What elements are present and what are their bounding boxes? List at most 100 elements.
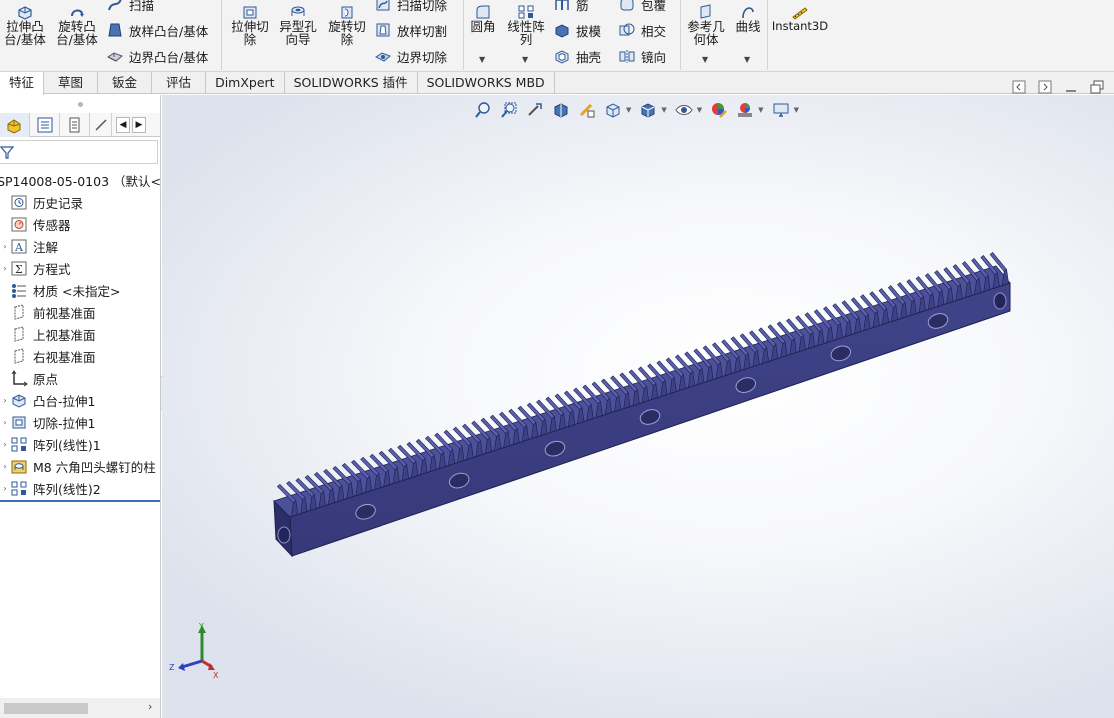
boundary-cut-button[interactable]: 边界切除 bbox=[374, 46, 447, 66]
sweep-button[interactable]: 扫描 bbox=[106, 0, 154, 14]
tree-item[interactable]: › A 注解 bbox=[0, 235, 160, 257]
rack-teeth bbox=[276, 252, 1009, 517]
tree-item[interactable]: › 阵列(线性)1 bbox=[0, 433, 160, 455]
gear-rack-model[interactable] bbox=[162, 95, 1114, 718]
ribbon-separator bbox=[767, 0, 768, 70]
tree-item-label: 原点 bbox=[33, 371, 59, 387]
rollback-bar[interactable] bbox=[0, 500, 160, 502]
tree-item[interactable]: 原点 bbox=[0, 367, 160, 389]
scroll-right-icon[interactable]: › bbox=[148, 700, 152, 713]
tree-item[interactable]: 历史记录 bbox=[0, 191, 160, 213]
loft-cut-button[interactable]: 放样切割 bbox=[374, 20, 447, 40]
fillet-label: 圆角 bbox=[470, 19, 496, 34]
coordinate-triad: Y Z X bbox=[169, 623, 219, 680]
tree-item[interactable]: › 切除-拉伸1 bbox=[0, 411, 160, 433]
tab-scroll-right-icon[interactable]: ▶ bbox=[132, 116, 146, 133]
curves-dropdown-icon[interactable]: ▼ bbox=[744, 55, 750, 64]
revolve-boss-label: 旋转凸台/基体 bbox=[56, 19, 98, 47]
tree-root-part[interactable]: SP14008-05-0103 （默认< bbox=[0, 169, 161, 191]
tree-item[interactable]: › 阵列(线性)2 bbox=[0, 477, 160, 499]
boundary-cut-label: 边界切除 bbox=[397, 49, 448, 65]
tree-item[interactable]: 传感器 bbox=[0, 213, 160, 235]
feature-manager-panel: ◀ ▶ SP14008-05-0103 （默认< 历史记录 传感器 › A 注解 › Σ 方程… bbox=[0, 95, 161, 718]
triad-y-label: Y bbox=[198, 623, 204, 631]
command-tabs: 特征 草图 钣金 评估 DimXpert SOLIDWORKS 插件 SOLID… bbox=[0, 72, 1114, 95]
expand-arrow-icon[interactable]: › bbox=[0, 440, 10, 449]
expand-arrow-icon[interactable]: › bbox=[0, 418, 10, 427]
tile-left-icon[interactable] bbox=[1012, 80, 1026, 94]
hole-wizard-button[interactable]: 异型孔向导 bbox=[276, 4, 320, 46]
boundary-boss-button[interactable]: 边界凸台/基体 bbox=[106, 46, 208, 66]
dimxpert-manager-tab[interactable] bbox=[90, 113, 112, 137]
instant3d-button[interactable]: Instant3D bbox=[772, 4, 828, 33]
sweep-cut-button[interactable]: 扫描切除 bbox=[374, 0, 447, 14]
shell-button[interactable]: 抽壳 bbox=[553, 46, 601, 66]
mirror-button[interactable]: 镜向 bbox=[618, 46, 666, 66]
linear-pattern-button[interactable]: 线性阵列 bbox=[504, 4, 548, 46]
tab-sheet-metal[interactable]: 钣金 bbox=[98, 72, 153, 94]
tree-item-label: 阵列(线性)1 bbox=[33, 437, 101, 453]
horizontal-scrollbar[interactable] bbox=[4, 703, 88, 714]
tab-solidworks-mbd[interactable]: SOLIDWORKS MBD bbox=[418, 72, 555, 94]
configuration-icon bbox=[69, 117, 79, 133]
fillet-dropdown-icon[interactable]: ▼ bbox=[479, 55, 485, 64]
tree-item[interactable]: › Σ 方程式 bbox=[0, 257, 160, 279]
draft-button[interactable]: 拔模 bbox=[553, 20, 601, 40]
tree-item[interactable]: 前视基准面 bbox=[0, 301, 160, 323]
tree-item-label: M8 六角凹头螺钉的柱 bbox=[33, 459, 156, 475]
linear-pattern-icon bbox=[10, 436, 28, 453]
expand-arrow-icon[interactable]: › bbox=[0, 242, 10, 251]
property-list-icon bbox=[37, 117, 52, 133]
tree-root-label: SP14008-05-0103 （默认< bbox=[0, 173, 161, 189]
panel-grip[interactable] bbox=[0, 95, 160, 113]
feature-manager-tab[interactable] bbox=[0, 113, 30, 137]
plane-icon bbox=[10, 347, 28, 365]
revolve-cut-label: 旋转切除 bbox=[328, 19, 366, 47]
curves-button[interactable]: 曲线 bbox=[732, 4, 764, 33]
origin-icon bbox=[10, 369, 28, 387]
configuration-manager-tab[interactable] bbox=[60, 113, 90, 137]
tree-item[interactable]: 材质 <未指定> bbox=[0, 279, 160, 301]
intersect-button[interactable]: 相交 bbox=[618, 20, 666, 40]
sweep-label: 扫描 bbox=[129, 0, 155, 13]
expand-arrow-icon[interactable]: › bbox=[0, 484, 10, 493]
revolve-boss-button[interactable]: 旋转凸台/基体 bbox=[54, 4, 100, 46]
expand-arrow-icon[interactable]: › bbox=[0, 396, 10, 405]
tile-right-icon[interactable] bbox=[1038, 80, 1052, 94]
extrude-cut-button[interactable]: 拉伸切除 bbox=[228, 4, 272, 46]
document-window-buttons bbox=[1012, 80, 1104, 94]
loft-boss-button[interactable]: 放样凸台/基体 bbox=[106, 20, 208, 40]
rib-icon bbox=[553, 0, 571, 12]
tree-filter[interactable] bbox=[0, 140, 158, 164]
minimize-icon[interactable] bbox=[1064, 80, 1078, 94]
tree-item-label: 上视基准面 bbox=[33, 327, 96, 343]
revolve-cut-button[interactable]: 旋转切除 bbox=[325, 4, 369, 46]
tree-item[interactable]: › M8 六角凹头螺钉的柱 bbox=[0, 455, 160, 477]
tree-item[interactable]: 右视基准面 bbox=[0, 345, 160, 367]
fillet-button[interactable]: 圆角 bbox=[466, 4, 500, 33]
boundary-cut-icon bbox=[374, 48, 392, 64]
tab-sketch[interactable]: 草图 bbox=[44, 72, 99, 94]
restore-icon[interactable] bbox=[1090, 80, 1104, 94]
rib-button[interactable]: 筋 bbox=[553, 0, 589, 14]
tree-item[interactable]: 上视基准面 bbox=[0, 323, 160, 345]
tree-item[interactable]: › 凸台-拉伸1 bbox=[0, 389, 160, 411]
expand-arrow-icon[interactable]: › bbox=[0, 462, 10, 471]
tab-dimxpert[interactable]: DimXpert bbox=[206, 72, 285, 94]
extrude-boss-button[interactable]: 拉伸凸台/基体 bbox=[2, 4, 48, 46]
linear-pattern-dropdown-icon[interactable]: ▼ bbox=[522, 55, 528, 64]
tab-evaluate[interactable]: 评估 bbox=[152, 72, 207, 94]
expand-arrow-icon[interactable]: › bbox=[0, 264, 10, 273]
material-icon bbox=[10, 282, 28, 299]
tab-solidworks-addins[interactable]: SOLIDWORKS 插件 bbox=[285, 72, 418, 94]
feature-tree: SP14008-05-0103 （默认< 历史记录 传感器 › A 注解 › Σ 方程式 材质 … bbox=[0, 169, 161, 499]
reference-geometry-button[interactable]: 参考几何体 bbox=[684, 4, 728, 46]
property-manager-tab[interactable] bbox=[30, 113, 60, 137]
graphics-area[interactable]: ▼ ▼ ▼ ▼ ▼ Y Z X bbox=[162, 95, 1114, 718]
sensor-icon bbox=[10, 216, 28, 233]
wrap-button[interactable]: 包覆 bbox=[618, 0, 666, 14]
tab-features[interactable]: 特征 bbox=[0, 72, 45, 95]
equation-icon: Σ bbox=[10, 260, 28, 277]
reference-geometry-dropdown-icon[interactable]: ▼ bbox=[702, 55, 708, 64]
tab-scroll-left-icon[interactable]: ◀ bbox=[116, 116, 130, 133]
